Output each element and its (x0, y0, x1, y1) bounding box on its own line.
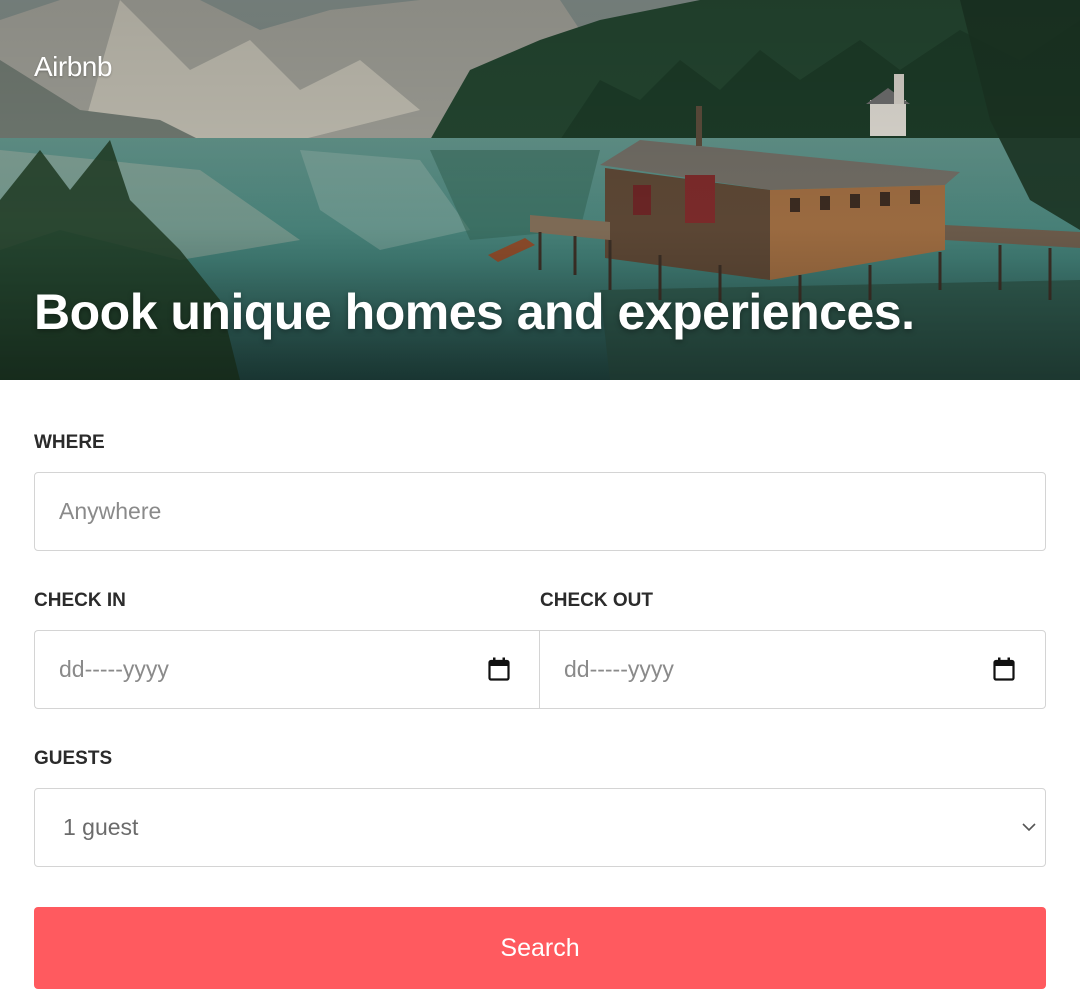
calendar-icon[interactable] (488, 657, 510, 681)
where-placeholder: Anywhere (59, 498, 162, 524)
check-in-placeholder: dd-----yyyy (59, 656, 169, 682)
check-in-label: CHECK IN (34, 590, 126, 611)
check-out-placeholder: dd-----yyyy (564, 656, 674, 682)
where-label: WHERE (34, 432, 105, 453)
guests-label: GUESTS (34, 748, 113, 769)
calendar-icon[interactable] (993, 657, 1015, 681)
chevron-down-icon (1022, 823, 1036, 832)
search-button[interactable]: Search (34, 907, 1046, 989)
hero-banner: Airbnb Book unique homes and experiences… (0, 0, 1080, 380)
check-out-label: CHECK OUT (540, 590, 653, 611)
check-out-date-input[interactable]: dd-----yyyy (539, 630, 1046, 709)
airbnb-logo[interactable]: Airbnb (34, 50, 112, 84)
guests-select[interactable]: 1 guest (34, 788, 1046, 867)
hero-headline: Book unique homes and experiences. (34, 284, 915, 340)
check-in-date-input[interactable]: dd-----yyyy (34, 630, 540, 709)
guests-selected-value: 1 guest (63, 814, 139, 840)
where-input[interactable]: Anywhere (34, 472, 1046, 551)
